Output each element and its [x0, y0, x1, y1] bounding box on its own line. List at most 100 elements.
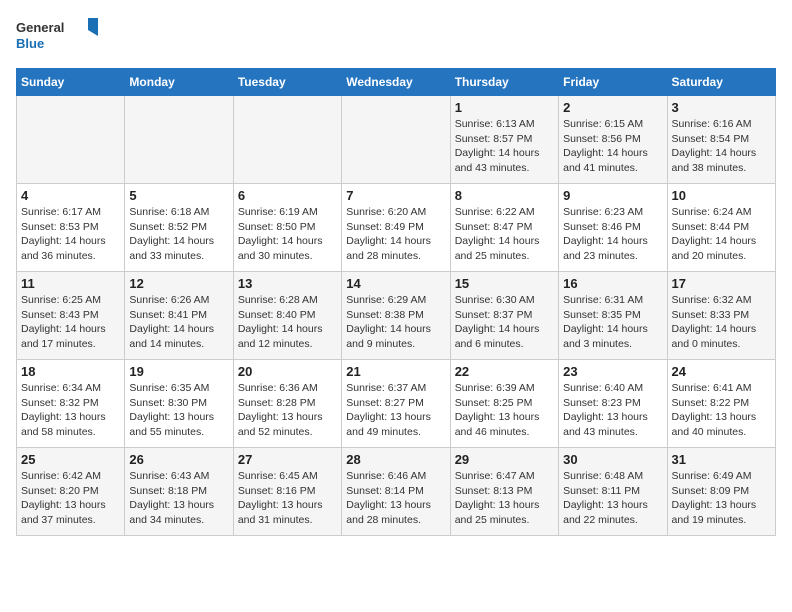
week-row-1: 1 Sunrise: 6:13 AMSunset: 8:57 PMDaylight…	[17, 96, 776, 184]
day-cell: 26 Sunrise: 6:43 AMSunset: 8:18 PMDayligh…	[125, 448, 233, 536]
week-row-5: 25Sunrise: 6:42 AMSunset: 8:20 PMDayligh…	[17, 448, 776, 536]
day-cell: 4 Sunrise: 6:17 AMSunset: 8:53 PMDaylight…	[17, 184, 125, 272]
day-info: Sunrise: 6:40 AMSunset: 8:23 PMDaylight:…	[563, 381, 662, 440]
col-header-monday: Monday	[125, 69, 233, 96]
day-info: Sunrise: 6:46 AMSunset: 8:14 PMDaylight:…	[346, 469, 445, 528]
day-number: 24	[672, 364, 771, 379]
header-row: SundayMondayTuesdayWednesdayThursdayFrid…	[17, 69, 776, 96]
day-cell: 27 Sunrise: 6:45 AMSunset: 8:16 PMDayligh…	[233, 448, 341, 536]
day-info: Sunrise: 6:32 AMSunset: 8:33 PMDaylight:…	[672, 293, 771, 352]
day-cell: 9 Sunrise: 6:23 AMSunset: 8:46 PMDaylight…	[559, 184, 667, 272]
day-cell: 30 Sunrise: 6:48 AMSunset: 8:11 PMDayligh…	[559, 448, 667, 536]
day-cell: 24Sunrise: 6:41 AMSunset: 8:22 PMDayligh…	[667, 360, 775, 448]
day-info: Sunrise: 6:22 AMSunset: 8:47 PMDaylight:…	[455, 205, 554, 264]
day-info: Sunrise: 6:25 AMSunset: 8:43 PMDaylight:…	[21, 293, 120, 352]
day-info: Sunrise: 6:28 AMSunset: 8:40 PMDaylight:…	[238, 293, 337, 352]
day-number: 1	[455, 100, 554, 115]
day-cell: 5 Sunrise: 6:18 AMSunset: 8:52 PMDaylight…	[125, 184, 233, 272]
day-cell: 11 Sunrise: 6:25 AMSunset: 8:43 PMDayligh…	[17, 272, 125, 360]
day-number: 8	[455, 188, 554, 203]
day-info: Sunrise: 6:43 AMSunset: 8:18 PMDaylight:…	[129, 469, 228, 528]
day-cell	[233, 96, 341, 184]
day-number: 17	[672, 276, 771, 291]
day-cell: 6Sunrise: 6:19 AMSunset: 8:50 PMDaylight…	[233, 184, 341, 272]
calendar-table: SundayMondayTuesdayWednesdayThursdayFrid…	[16, 68, 776, 536]
day-info: Sunrise: 6:18 AMSunset: 8:52 PMDaylight:…	[129, 205, 228, 264]
week-row-2: 4 Sunrise: 6:17 AMSunset: 8:53 PMDaylight…	[17, 184, 776, 272]
day-number: 30	[563, 452, 662, 467]
day-cell: 16 Sunrise: 6:31 AMSunset: 8:35 PMDayligh…	[559, 272, 667, 360]
day-cell: 15Sunrise: 6:30 AMSunset: 8:37 PMDayligh…	[450, 272, 558, 360]
day-cell: 14Sunrise: 6:29 AMSunset: 8:38 PMDayligh…	[342, 272, 450, 360]
day-cell	[17, 96, 125, 184]
day-info: Sunrise: 6:26 AMSunset: 8:41 PMDaylight:…	[129, 293, 228, 352]
day-cell	[125, 96, 233, 184]
col-header-saturday: Saturday	[667, 69, 775, 96]
day-number: 28	[346, 452, 445, 467]
day-info: Sunrise: 6:20 AMSunset: 8:49 PMDaylight:…	[346, 205, 445, 264]
day-cell: 1 Sunrise: 6:13 AMSunset: 8:57 PMDaylight…	[450, 96, 558, 184]
week-row-4: 18 Sunrise: 6:34 AMSunset: 8:32 PMDayligh…	[17, 360, 776, 448]
day-cell: 7 Sunrise: 6:20 AMSunset: 8:49 PMDaylight…	[342, 184, 450, 272]
svg-text:General: General	[16, 20, 64, 35]
day-number: 9	[563, 188, 662, 203]
day-cell: 18 Sunrise: 6:34 AMSunset: 8:32 PMDayligh…	[17, 360, 125, 448]
day-number: 20	[238, 364, 337, 379]
page-header: General Blue	[16, 16, 776, 56]
day-cell	[342, 96, 450, 184]
col-header-wednesday: Wednesday	[342, 69, 450, 96]
day-number: 27	[238, 452, 337, 467]
day-number: 31	[672, 452, 771, 467]
day-cell: 25Sunrise: 6:42 AMSunset: 8:20 PMDayligh…	[17, 448, 125, 536]
logo-svg: General Blue	[16, 16, 106, 56]
day-cell: 19Sunrise: 6:35 AMSunset: 8:30 PMDayligh…	[125, 360, 233, 448]
svg-text:Blue: Blue	[16, 36, 44, 51]
day-info: Sunrise: 6:35 AMSunset: 8:30 PMDaylight:…	[129, 381, 228, 440]
day-number: 26	[129, 452, 228, 467]
day-info: Sunrise: 6:29 AMSunset: 8:38 PMDaylight:…	[346, 293, 445, 352]
day-info: Sunrise: 6:16 AMSunset: 8:54 PMDaylight:…	[672, 117, 771, 176]
day-cell: 20 Sunrise: 6:36 AMSunset: 8:28 PMDayligh…	[233, 360, 341, 448]
day-cell: 13 Sunrise: 6:28 AMSunset: 8:40 PMDayligh…	[233, 272, 341, 360]
col-header-friday: Friday	[559, 69, 667, 96]
day-info: Sunrise: 6:31 AMSunset: 8:35 PMDaylight:…	[563, 293, 662, 352]
col-header-tuesday: Tuesday	[233, 69, 341, 96]
day-number: 21	[346, 364, 445, 379]
day-cell: 8 Sunrise: 6:22 AMSunset: 8:47 PMDaylight…	[450, 184, 558, 272]
day-number: 16	[563, 276, 662, 291]
day-info: Sunrise: 6:13 AMSunset: 8:57 PMDaylight:…	[455, 117, 554, 176]
day-info: Sunrise: 6:47 AMSunset: 8:13 PMDaylight:…	[455, 469, 554, 528]
day-cell: 21 Sunrise: 6:37 AMSunset: 8:27 PMDayligh…	[342, 360, 450, 448]
day-number: 11	[21, 276, 120, 291]
day-info: Sunrise: 6:42 AMSunset: 8:20 PMDaylight:…	[21, 469, 120, 528]
day-number: 3	[672, 100, 771, 115]
day-cell: 22Sunrise: 6:39 AMSunset: 8:25 PMDayligh…	[450, 360, 558, 448]
day-info: Sunrise: 6:34 AMSunset: 8:32 PMDaylight:…	[21, 381, 120, 440]
day-cell: 17 Sunrise: 6:32 AMSunset: 8:33 PMDayligh…	[667, 272, 775, 360]
day-info: Sunrise: 6:17 AMSunset: 8:53 PMDaylight:…	[21, 205, 120, 264]
day-cell: 31 Sunrise: 6:49 AMSunset: 8:09 PMDayligh…	[667, 448, 775, 536]
col-header-thursday: Thursday	[450, 69, 558, 96]
day-info: Sunrise: 6:23 AMSunset: 8:46 PMDaylight:…	[563, 205, 662, 264]
day-number: 18	[21, 364, 120, 379]
day-cell: 29 Sunrise: 6:47 AMSunset: 8:13 PMDayligh…	[450, 448, 558, 536]
day-info: Sunrise: 6:15 AMSunset: 8:56 PMDaylight:…	[563, 117, 662, 176]
day-cell: 10 Sunrise: 6:24 AMSunset: 8:44 PMDayligh…	[667, 184, 775, 272]
day-info: Sunrise: 6:45 AMSunset: 8:16 PMDaylight:…	[238, 469, 337, 528]
day-info: Sunrise: 6:36 AMSunset: 8:28 PMDaylight:…	[238, 381, 337, 440]
day-number: 4	[21, 188, 120, 203]
day-info: Sunrise: 6:37 AMSunset: 8:27 PMDaylight:…	[346, 381, 445, 440]
day-number: 10	[672, 188, 771, 203]
day-info: Sunrise: 6:19 AMSunset: 8:50 PMDaylight:…	[238, 205, 337, 264]
day-cell: 23 Sunrise: 6:40 AMSunset: 8:23 PMDayligh…	[559, 360, 667, 448]
day-info: Sunrise: 6:48 AMSunset: 8:11 PMDaylight:…	[563, 469, 662, 528]
day-number: 5	[129, 188, 228, 203]
week-row-3: 11 Sunrise: 6:25 AMSunset: 8:43 PMDayligh…	[17, 272, 776, 360]
day-info: Sunrise: 6:49 AMSunset: 8:09 PMDaylight:…	[672, 469, 771, 528]
day-number: 15	[455, 276, 554, 291]
day-number: 29	[455, 452, 554, 467]
day-info: Sunrise: 6:24 AMSunset: 8:44 PMDaylight:…	[672, 205, 771, 264]
day-number: 23	[563, 364, 662, 379]
day-number: 7	[346, 188, 445, 203]
day-number: 13	[238, 276, 337, 291]
